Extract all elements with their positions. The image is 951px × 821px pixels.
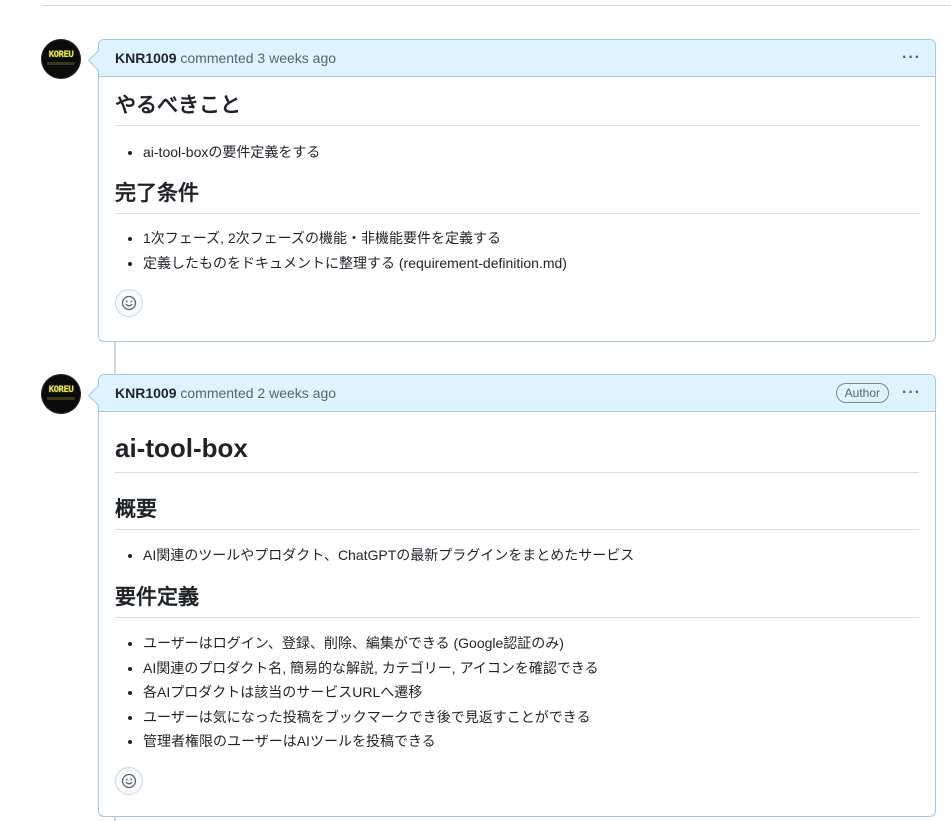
kebab-horizontal-icon[interactable]: ··· [902, 40, 921, 76]
avatar-logo: KOREU [48, 50, 74, 60]
list-item: ai-tool-boxの要件定義をする [143, 142, 919, 162]
list-item: AI関連のプロダクト名, 簡易的な解説, カテゴリー, アイコンを確認できる [143, 658, 919, 678]
smiley-icon [121, 773, 137, 789]
add-reaction-button[interactable] [115, 767, 143, 795]
section-heading: 完了条件 [115, 181, 919, 214]
bullet-list: ユーザーはログイン、登録、削除、編集ができる (Google認証のみ) AI関連… [115, 633, 919, 751]
comment-header: KNR1009 commented 3 weeks ago ··· [99, 40, 935, 77]
add-reaction-button[interactable] [115, 288, 143, 317]
list-item: ユーザーは気になった投稿をブックマークでき後で見返すことができる [143, 707, 919, 727]
comment-card: KNR1009 commented 2 weeks ago Author ···… [98, 374, 936, 817]
comment-author[interactable]: KNR1009 [115, 385, 176, 401]
timeline-connector [114, 817, 116, 821]
comment-body: やるべきこと ai-tool-boxの要件定義をする 完了条件 1次フェーズ, … [99, 77, 935, 317]
list-item: 管理者権限のユーザーはAIツールを投稿できる [143, 731, 919, 751]
timeline-connector [114, 342, 116, 374]
author-badge: Author [835, 383, 889, 403]
avatar[interactable]: KOREU [41, 39, 81, 79]
list-item: 定義したものをドキュメントに整理する (requirement-definiti… [143, 253, 919, 273]
section-heading: 概要 [115, 497, 919, 530]
comment-timestamp[interactable]: commented 2 weeks ago [180, 385, 336, 401]
bullet-list: AI関連のツールやプロダクト、ChatGPTの最新プラグインをまとめたサービス [115, 545, 919, 565]
list-item: ユーザーはログイン、登録、削除、編集ができる (Google認証のみ) [143, 633, 919, 653]
section-heading: やるべきこと [115, 77, 919, 126]
list-item: 1次フェーズ, 2次フェーズの機能・非機能要件を定義する [143, 228, 919, 248]
bullet-list: ai-tool-boxの要件定義をする [115, 142, 919, 162]
bullet-list: 1次フェーズ, 2次フェーズの機能・非機能要件を定義する 定義したものをドキュメ… [115, 228, 919, 273]
comment-body: ai-tool-box 概要 AI関連のツールやプロダクト、ChatGPTの最新… [99, 412, 935, 795]
smiley-icon [121, 295, 137, 310]
list-item: 各AIプロダクトは該当のサービスURLへ遷移 [143, 682, 919, 702]
section-heading: 要件定義 [115, 585, 919, 618]
avatar[interactable]: KOREU [41, 374, 81, 414]
comment-timestamp[interactable]: commented 3 weeks ago [180, 50, 336, 66]
kebab-horizontal-icon[interactable]: ··· [902, 375, 921, 411]
avatar-logo: KOREU [48, 385, 74, 395]
comment-card: KNR1009 commented 3 weeks ago ··· やるべきこと… [98, 39, 936, 342]
list-item: AI関連のツールやプロダクト、ChatGPTの最新プラグインをまとめたサービス [143, 545, 919, 565]
comment-header: KNR1009 commented 2 weeks ago Author ··· [99, 375, 935, 412]
comment-title: ai-tool-box [115, 412, 919, 473]
comment-author[interactable]: KNR1009 [115, 50, 176, 66]
timeline-divider [42, 5, 951, 6]
